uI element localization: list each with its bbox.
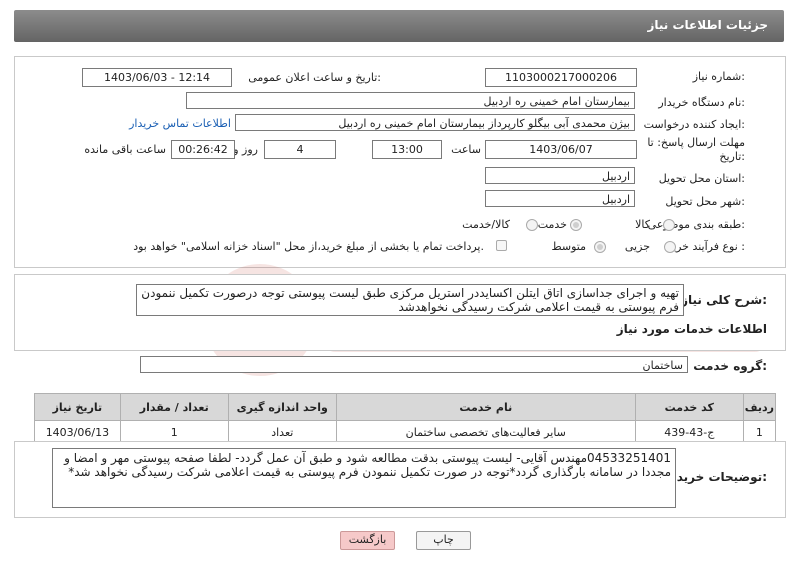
service-group-field[interactable]: ساختمان (140, 356, 688, 373)
deadline-label: مهلت ارسال پاسخ: تا (647, 136, 745, 149)
creator-field[interactable]: بیژن محمدی آبی بیگلو کارپرداز بیمارستان … (235, 114, 635, 131)
days-label: روز و (233, 143, 258, 156)
col-service-code: کد خدمت (634, 393, 744, 421)
days-field[interactable]: 4 (264, 140, 336, 159)
deadline-time-label: ساعت (451, 143, 481, 156)
announce-date-field[interactable]: 1403/06/03 - 12:14 (82, 68, 232, 87)
print-button[interactable]: چاپ (416, 531, 471, 550)
col-need-date: تاریخ نیاز (34, 393, 121, 421)
remaining-time-field[interactable]: 00:26:42 (171, 140, 235, 159)
summary-textarea[interactable]: تهیه و اجرای جداسازی اتاق ایتلن اکسایددر… (136, 284, 684, 316)
province-field[interactable]: اردبیل (485, 167, 635, 184)
creator-label: ایجاد کننده درخواست: (643, 118, 745, 131)
col-row: ردیف (742, 393, 777, 421)
need-number-field[interactable]: 1103000217000206 (485, 68, 637, 87)
city-label: شهر محل تحویل: (665, 195, 745, 208)
province-label: استان محل تحویل: (658, 172, 745, 185)
need-info-panel (14, 56, 786, 268)
buyer-org-label: نام دستگاه خریدار: (658, 96, 745, 109)
announce-date-label: تاریخ و ساعت اعلان عمومی: (248, 71, 381, 84)
category-radio-goods[interactable] (663, 219, 675, 231)
city-field[interactable]: اردبیل (485, 190, 635, 207)
buyer-contact-link[interactable]: اطلاعات تماس خریدار (129, 117, 231, 130)
deadline-date-field[interactable]: 1403/06/07 (485, 140, 637, 159)
page-header: جزئیات اطلاعات نیاز (14, 10, 784, 42)
services-section-title: اطلاعات خدمات مورد نیاز (616, 322, 767, 336)
buyer-notes-label: توضیحات خریدار: (665, 470, 767, 484)
buyer-notes-text: 04533251401مهندس آقایی- لیست پیوستی بدقت… (64, 451, 671, 479)
col-service-name: نام خدمت (335, 393, 636, 421)
summary-label: شرح کلی نیاز: (681, 293, 767, 307)
category-option-service: خدمت (537, 218, 567, 231)
services-table: ردیف کد خدمت نام خدمت واحد اندازه گیری ت… (34, 393, 777, 445)
summary-text: تهیه و اجرای جداسازی اتاق ایتلن اکسایددر… (141, 286, 679, 314)
remaining-time-label: ساعت باقی مانده (84, 143, 166, 156)
category-radio-goods-service[interactable] (526, 219, 538, 231)
deadline-time-field[interactable]: 13:00 (372, 140, 442, 159)
category-radio-service[interactable] (570, 219, 582, 231)
deadline-label-date: تاریخ: (719, 150, 745, 163)
col-unit: واحد اندازه گیری (227, 393, 337, 421)
back-button[interactable]: بازگشت (340, 531, 395, 550)
page-title: جزئیات اطلاعات نیاز (647, 18, 768, 32)
buyer-notes-textarea[interactable]: 04533251401مهندس آقایی- لیست پیوستی بدقت… (52, 448, 676, 508)
category-option-goods: کالا (635, 218, 650, 231)
buyer-org-field[interactable]: بیمارستان امام خمینی ره اردبیل (186, 92, 635, 109)
need-number-label: شماره نیاز: (692, 70, 745, 83)
service-group-label: گروه خدمت: (693, 359, 767, 373)
category-option-goods-service: کالا/خدمت (462, 218, 510, 231)
table-header-row: ردیف کد خدمت نام خدمت واحد اندازه گیری ت… (34, 393, 777, 421)
col-quantity: تعداد / مقدار (119, 393, 229, 421)
